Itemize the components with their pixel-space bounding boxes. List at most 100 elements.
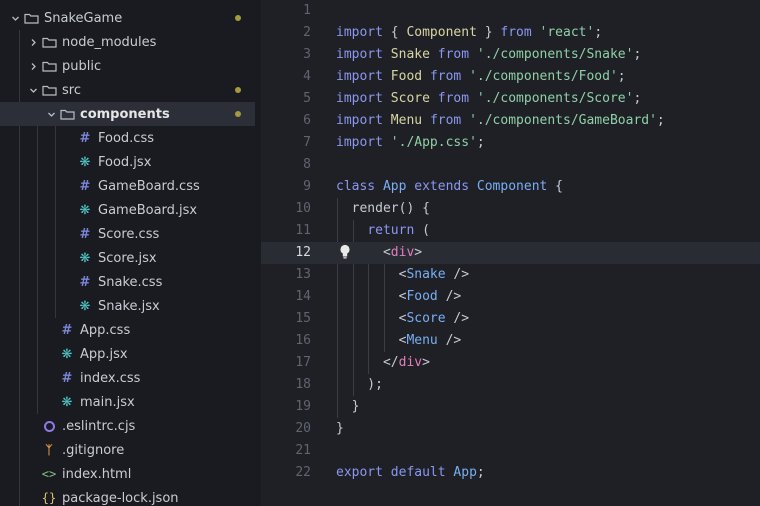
line-number: 8 [303, 157, 311, 172]
code-line[interactable]: 22 export default App; [261, 462, 760, 484]
tree-folder-src[interactable]: src [0, 78, 255, 102]
code-token: './components/Food' [469, 69, 618, 84]
code-line[interactable]: 6 import Menu from './components/GameBoar… [261, 110, 760, 132]
tree-file-main-jsx[interactable]: ❋ main.jsx [0, 390, 255, 414]
tree-item-label: Score.css [98, 226, 160, 242]
chevron-down-icon[interactable] [44, 110, 58, 119]
code-token: './components/Snake' [476, 47, 634, 62]
code-token: ( [414, 223, 430, 238]
folder-icon [40, 36, 58, 48]
tree-folder-snakegame[interactable]: SnakeGame [0, 6, 255, 30]
code-token: Component [406, 25, 477, 40]
code-token: < [336, 311, 407, 326]
tree-item-label: components [80, 106, 170, 122]
tree-file-app-jsx[interactable]: ❋ App.jsx [0, 342, 255, 366]
tree-file-score-jsx[interactable]: ❋ Score.jsx [0, 246, 255, 270]
code-line[interactable]: 3 import Snake from './components/Snake'; [261, 44, 760, 66]
code-line[interactable]: 16 <Menu /> [261, 330, 760, 352]
chevron-down-icon[interactable] [8, 14, 22, 23]
current-code-line[interactable]: 12 <div> [261, 242, 760, 264]
tree-file-snake-css[interactable]: # Snake.css [0, 270, 255, 294]
code-text: import Food from './components/Food'; [336, 66, 626, 88]
tree-folder-node-modules[interactable]: node_modules [0, 30, 255, 54]
code-text: } [336, 418, 344, 440]
tree-item-label: GameBoard.jsx [98, 202, 198, 218]
tree-file--gitignore[interactable]: ᛉ .gitignore [0, 438, 255, 462]
code-line[interactable]: 18 ); [261, 374, 760, 396]
tree-file-index-html[interactable]: <> index.html [0, 462, 255, 486]
code-editor[interactable]: 1 2 import { Component } from 'react'; 3 imp… [261, 0, 760, 506]
code-line[interactable]: 19 } [261, 396, 760, 418]
code-line[interactable]: 9 class App extends Component { [261, 176, 760, 198]
code-line[interactable]: 14 <Food /> [261, 286, 760, 308]
line-number: 22 [295, 465, 311, 480]
tree-folder-components[interactable]: components [0, 102, 255, 126]
chevron-right-icon[interactable] [26, 38, 40, 47]
code-line[interactable]: 10 render() { [261, 198, 760, 220]
code-line[interactable]: 20} [261, 418, 760, 440]
modified-dot [235, 87, 241, 93]
tree-file-app-css[interactable]: # App.css [0, 318, 255, 342]
line-number: 10 [295, 201, 311, 216]
code-token: Snake [390, 47, 430, 62]
tree-file-gameboard-jsx[interactable]: ❋ GameBoard.jsx [0, 198, 255, 222]
tree-file-score-css[interactable]: # Score.css [0, 222, 255, 246]
lightbulb-icon[interactable] [339, 244, 351, 260]
line-number: 1 [303, 3, 311, 18]
code-line[interactable]: 1 [261, 0, 760, 22]
code-line[interactable]: 4 import Food from './components/Food'; [261, 66, 760, 88]
code-line[interactable]: 13 <Snake /> [261, 264, 760, 286]
code-line[interactable]: 7 import './App.css'; [261, 132, 760, 154]
tree-file-package-lock-json[interactable]: {} package-lock.json [0, 486, 255, 506]
code-token: default [390, 465, 446, 480]
line-number: 18 [295, 377, 311, 392]
tree-file-index-css[interactable]: # index.css [0, 366, 255, 390]
tree-item-label: main.jsx [80, 394, 135, 410]
code-token: /> [445, 267, 470, 282]
code-line[interactable]: 11 return ( [261, 220, 760, 242]
code-token: from [429, 69, 462, 84]
tree-file-food-jsx[interactable]: ❋ Food.jsx [0, 150, 255, 174]
git-icon: ᛉ [45, 443, 53, 457]
tree-item-label: index.html [62, 466, 132, 482]
code-line[interactable]: 8 [261, 154, 760, 176]
code-token: () { [398, 201, 430, 216]
code-token: import [336, 25, 383, 40]
code-line[interactable]: 21 [261, 440, 760, 462]
chevron-down-icon[interactable] [26, 86, 40, 95]
folder-icon [40, 60, 58, 72]
folder-icon [58, 108, 76, 120]
code-line[interactable]: 5 import Score from './components/Score'; [261, 88, 760, 110]
code-text: } [336, 396, 360, 418]
line-number: 4 [303, 69, 311, 84]
code-token: /> [437, 333, 462, 348]
line-number: 21 [295, 443, 311, 458]
code-text: render() { [336, 198, 430, 220]
code-token: Menu [390, 113, 423, 128]
line-number: 13 [295, 267, 311, 282]
tree-file-gameboard-css[interactable]: # GameBoard.css [0, 174, 255, 198]
tree-file-food-css[interactable]: # Food.css [0, 126, 255, 150]
tree-item-label: node_modules [62, 34, 157, 50]
code-text: <Menu /> [336, 330, 462, 352]
modified-dot [235, 15, 241, 21]
tree-item-label: src [62, 82, 81, 98]
code-line[interactable]: 17 </div> [261, 352, 760, 374]
react-icon: ❋ [61, 394, 73, 410]
code-text: class App extends Component { [336, 176, 563, 198]
chevron-right-icon[interactable] [26, 62, 40, 71]
tree-file--eslintrc-cjs[interactable]: .eslintrc.cjs [0, 414, 255, 438]
tree-file-snake-jsx[interactable]: ❋ Snake.jsx [0, 294, 255, 318]
code-token: ; [594, 25, 603, 40]
code-line[interactable]: 2 import { Component } from 'react'; [261, 22, 760, 44]
line-number: 16 [295, 333, 311, 348]
code-text: import './App.css'; [336, 132, 485, 154]
tree-folder-public[interactable]: public [0, 54, 255, 78]
code-line[interactable]: 15 <Score /> [261, 308, 760, 330]
code-token: ; [617, 69, 626, 84]
tree-item-label: Food.jsx [98, 154, 152, 170]
